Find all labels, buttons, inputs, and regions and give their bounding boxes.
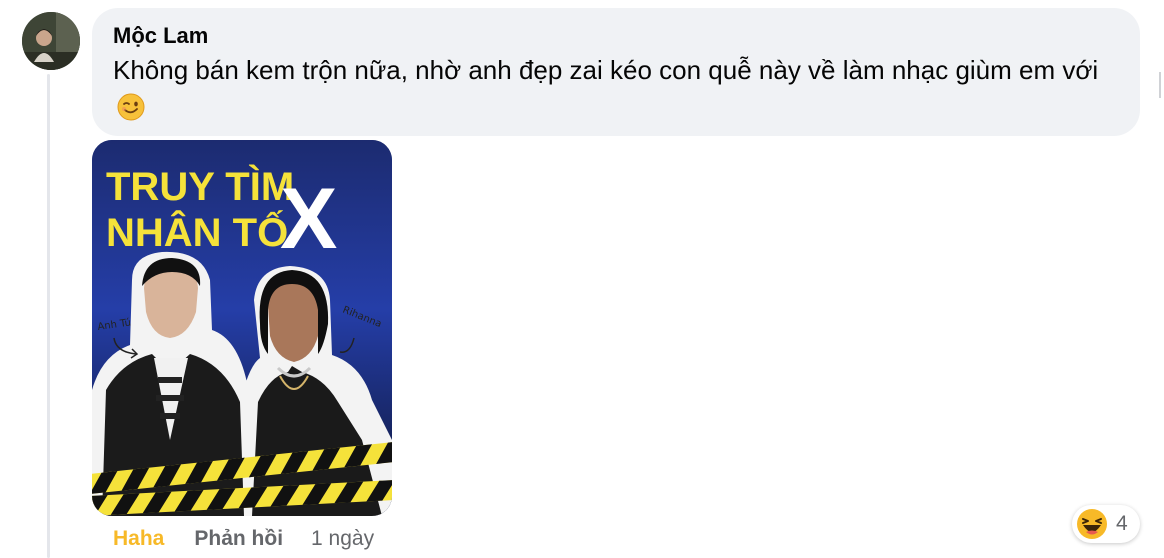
comment-actions: Haha Phản hồi 1 ngày	[113, 524, 374, 554]
comment-timestamp[interactable]: 1 ngày	[311, 527, 374, 551]
avatar-photo	[22, 12, 80, 70]
comment-author[interactable]: Mộc Lam	[113, 22, 1120, 50]
comment-body: Không bán kem trộn nữa, nhờ anh đẹp zai …	[113, 52, 1113, 126]
poster-title-line2: NHÂN TỐ	[106, 209, 288, 255]
scrollbar-marker	[1159, 72, 1161, 98]
reply-button[interactable]: Phản hồi	[194, 527, 283, 551]
comment-bubble: Mộc Lam Không bán kem trộn nữa, nhờ anh …	[92, 8, 1140, 136]
comment-image[interactable]: TRUY TÌM NHÂN TỐ X Anh Tú Rihanna	[92, 140, 392, 516]
thread-line	[47, 74, 50, 558]
avatar[interactable]	[22, 12, 80, 70]
haha-reaction-button[interactable]: Haha	[113, 527, 164, 551]
poster-title-x: X	[280, 171, 337, 267]
winking-face-icon	[117, 93, 145, 121]
comment-text: Không bán kem trộn nữa, nhờ anh đẹp zai …	[113, 55, 1099, 85]
reaction-summary[interactable]: 4	[1072, 505, 1140, 543]
haha-icon	[1077, 509, 1107, 539]
reaction-count: 4	[1116, 512, 1128, 535]
poster-title-line1: TRUY TÌM	[106, 164, 294, 209]
poster-graphic: TRUY TÌM NHÂN TỐ X Anh Tú Rihanna	[92, 140, 392, 516]
